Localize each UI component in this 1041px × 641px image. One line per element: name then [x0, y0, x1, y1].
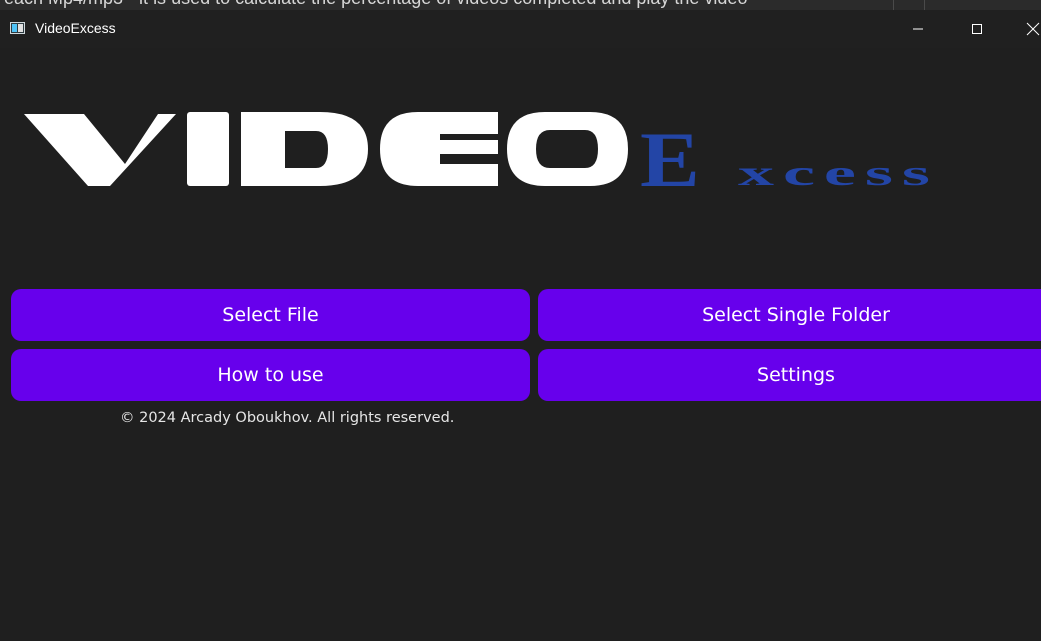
select-file-button[interactable]: Select File: [11, 289, 530, 341]
maximize-button[interactable]: [954, 10, 1000, 48]
logo-letter-e: [380, 112, 498, 186]
app-icon: [10, 22, 25, 34]
copyright-text: © 2024 Arcady Oboukhov. All rights reser…: [120, 410, 455, 426]
maximize-icon: [972, 24, 982, 34]
logo-letter-d: [241, 112, 368, 186]
settings-button[interactable]: Settings: [538, 349, 1041, 401]
logo-letter-v: [24, 114, 176, 186]
logo-excess-rest: xcess: [738, 153, 939, 193]
minimize-button[interactable]: [895, 10, 941, 48]
select-single-folder-button[interactable]: Select Single Folder: [538, 289, 1041, 341]
close-icon: [1026, 22, 1040, 36]
logo-excess-e: E: [640, 117, 700, 203]
close-button[interactable]: [1010, 10, 1041, 48]
logo-letter-i: [187, 112, 229, 186]
background-window-strip: each Mp4/mp3 - it is used to calculate t…: [0, 0, 1041, 10]
title-bar[interactable]: VideoExcess: [0, 10, 1041, 48]
background-separator: [893, 0, 894, 10]
window-title: VideoExcess: [35, 20, 116, 36]
minimize-icon: [913, 28, 923, 30]
background-window-text: each Mp4/mp3 - it is used to calculate t…: [4, 0, 747, 9]
background-separator: [924, 0, 925, 10]
videoexcess-logo: E xcess: [24, 112, 939, 204]
logo-letter-o: [507, 112, 628, 186]
how-to-use-button[interactable]: How to use: [11, 349, 530, 401]
